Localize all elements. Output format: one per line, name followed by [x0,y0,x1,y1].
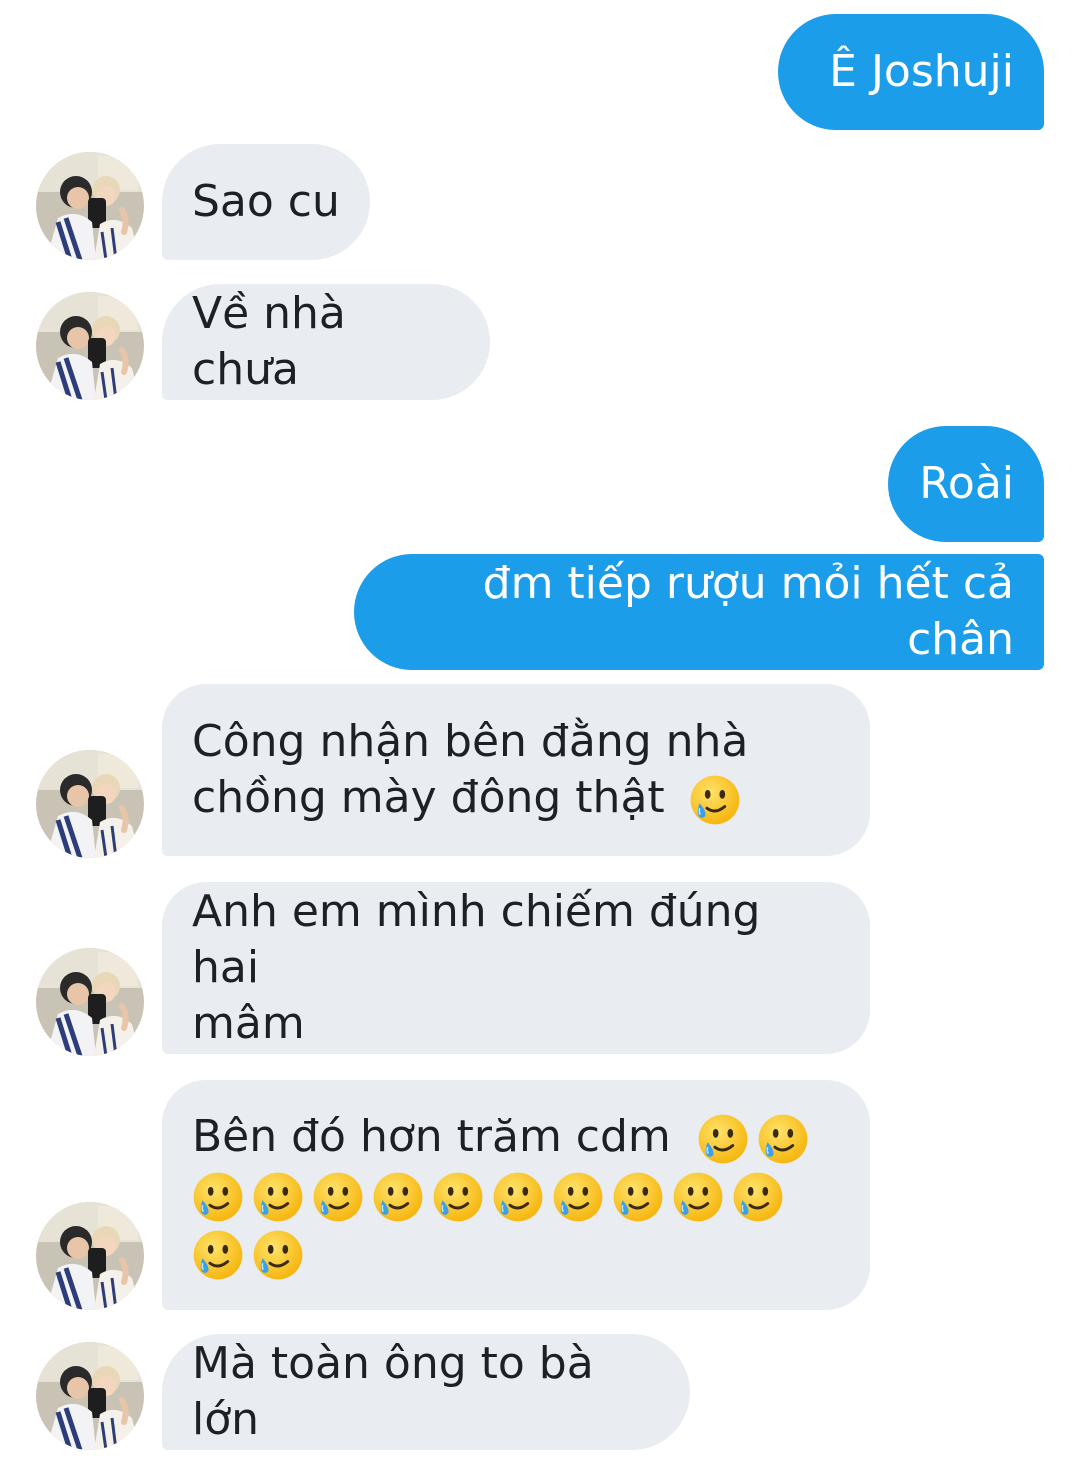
smiling-face-with-tear-icon [252,1229,304,1281]
outgoing-message-bubble[interactable]: Roài [888,426,1044,542]
smiling-face-with-tear-icon [372,1171,424,1223]
outgoing-message-bubble[interactable]: đm tiếp rượu mỏi hết cả chân [354,554,1044,670]
incoming-message-bubble[interactable]: Sao cu [162,144,370,260]
smiling-face-with-tear-icon [689,774,741,826]
message-text-line-2: mâm [192,998,305,1049]
message-text: Mà toàn ông to bà lớn [192,1338,594,1445]
message-text: Ê Joshuji [829,46,1014,97]
contact-avatar[interactable] [36,1342,144,1450]
incoming-message-bubble[interactable]: Anh em mình chiếm đúng hai mâm [162,882,870,1054]
smiling-face-with-tear-icon [192,1171,244,1223]
smiling-face-with-tear-icon [432,1171,484,1223]
message-text: chồng mày đông thật [192,772,665,823]
message-text: Về nhà chưa [192,288,346,395]
smiling-face-with-tear-icon [757,1113,809,1165]
message-content: Bên đó hơn trăm cdm [192,1108,840,1282]
message-text-line-1: Công nhận bên đằng nhà [192,716,749,767]
message-text: Bên đó hơn trăm cdm [192,1111,671,1162]
smiling-face-with-tear-icon [732,1171,784,1223]
message-text: Sao cu [192,176,340,227]
incoming-message-bubble[interactable]: Mà toàn ông to bà lớn [162,1334,690,1450]
incoming-message-bubble[interactable]: Công nhận bên đằng nhà chồng mày đông th… [162,684,870,856]
smiling-face-with-tear-icon [672,1171,724,1223]
smiling-face-with-tear-icon [192,1229,244,1281]
contact-avatar[interactable] [36,292,144,400]
message-text-line-2: chồng mày đông thật [192,770,840,826]
outgoing-message-bubble[interactable]: Ê Joshuji [778,14,1044,130]
contact-avatar[interactable] [36,948,144,1056]
smiling-face-with-tear-icon [312,1171,364,1223]
contact-avatar[interactable] [36,750,144,858]
smiling-face-with-tear-icon [252,1171,304,1223]
contact-avatar[interactable] [36,152,144,260]
contact-avatar[interactable] [36,1202,144,1310]
message-text: Roài [919,458,1014,509]
message-text-line-1: Anh em mình chiếm đúng hai [192,886,761,993]
message-text: đm tiếp rượu mỏi hết cả chân [482,558,1014,665]
smiling-face-with-tear-icon [492,1171,544,1223]
incoming-message-bubble[interactable]: Bên đó hơn trăm cdm [162,1080,870,1310]
smiling-face-with-tear-icon [697,1113,749,1165]
incoming-message-bubble[interactable]: Về nhà chưa [162,284,490,400]
smiling-face-with-tear-icon [612,1171,664,1223]
smiling-face-with-tear-icon [552,1171,604,1223]
